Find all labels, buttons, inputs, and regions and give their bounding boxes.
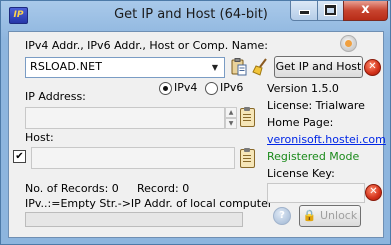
minimize-button[interactable]	[290, 1, 318, 21]
query-label: IPv4 Addr., IPv6 Addr., Host or Comp. Na…	[25, 39, 268, 52]
title-bar[interactable]: IP Get IP and Host (64-bit) x	[1, 1, 390, 30]
paste-icon[interactable]	[229, 57, 249, 77]
unlock-button[interactable]: 🔒 Unlock	[299, 205, 361, 227]
license-key-field[interactable]	[267, 183, 365, 203]
red-x-icon[interactable]: ✕	[364, 59, 381, 76]
about-icon[interactable]	[340, 35, 357, 52]
host-field[interactable]	[31, 147, 235, 169]
get-ip-host-button[interactable]: Get IP and Host	[274, 56, 363, 78]
registered-mode-text: Registered Mode	[267, 150, 360, 163]
ipv6-label: IPv6	[220, 81, 244, 94]
query-combobox[interactable]: RSLOAD.NET ▼	[25, 57, 225, 78]
hint-text: IPv..:=Empty Str.->IP Addr. of local com…	[25, 197, 273, 210]
records-count-label: No. of Records: 0	[25, 182, 119, 195]
license-text: License: Trialware	[267, 99, 365, 112]
query-input[interactable]: RSLOAD.NET	[30, 60, 102, 73]
license-key-label: License Key:	[267, 167, 335, 180]
clipboard-icon[interactable]	[240, 107, 255, 127]
broom-icon[interactable]	[251, 57, 271, 77]
ipv6-radio[interactable]	[205, 82, 218, 95]
minimize-icon	[298, 10, 310, 15]
spin-up-icon[interactable]: ▲	[225, 107, 237, 118]
spin-down-icon[interactable]: ▼	[225, 118, 237, 129]
maximize-icon	[325, 5, 336, 15]
homepage-link[interactable]: veronisoft.hostei.com	[267, 133, 386, 146]
app-icon[interactable]: IP	[9, 7, 28, 24]
maximize-button[interactable]	[317, 1, 344, 21]
window-title: Get IP and Host (64-bit)	[114, 7, 268, 22]
homepage-label: Home Page:	[267, 116, 334, 129]
ip-address-label: IP Address:	[25, 90, 86, 103]
clipboard-icon[interactable]	[240, 148, 255, 168]
host-checkbox[interactable]: ✔	[13, 150, 26, 163]
close-icon: x	[361, 2, 370, 17]
ipv4-label: IPv4	[174, 81, 198, 94]
main-panel: IPv4 Addr., IPv6 Addr., Host or Comp. Na…	[8, 31, 386, 238]
host-label: Host:	[25, 131, 54, 144]
lock-icon: 🔒	[302, 209, 317, 222]
red-x-icon[interactable]: ✕	[365, 184, 382, 201]
close-button[interactable]: x	[343, 1, 388, 21]
progress-bar	[25, 212, 243, 227]
help-icon[interactable]: ?	[273, 207, 291, 225]
version-text: Version 1.5.0	[267, 82, 339, 95]
ipv4-radio[interactable]	[159, 82, 172, 95]
record-label: Record: 0	[137, 182, 190, 195]
chevron-down-icon[interactable]: ▼	[208, 60, 222, 75]
app-window: IP Get IP and Host (64-bit) x IPv4 Addr.…	[0, 0, 391, 245]
ip-address-field[interactable]	[25, 107, 225, 129]
unlock-button-label: Unlock	[319, 209, 358, 222]
